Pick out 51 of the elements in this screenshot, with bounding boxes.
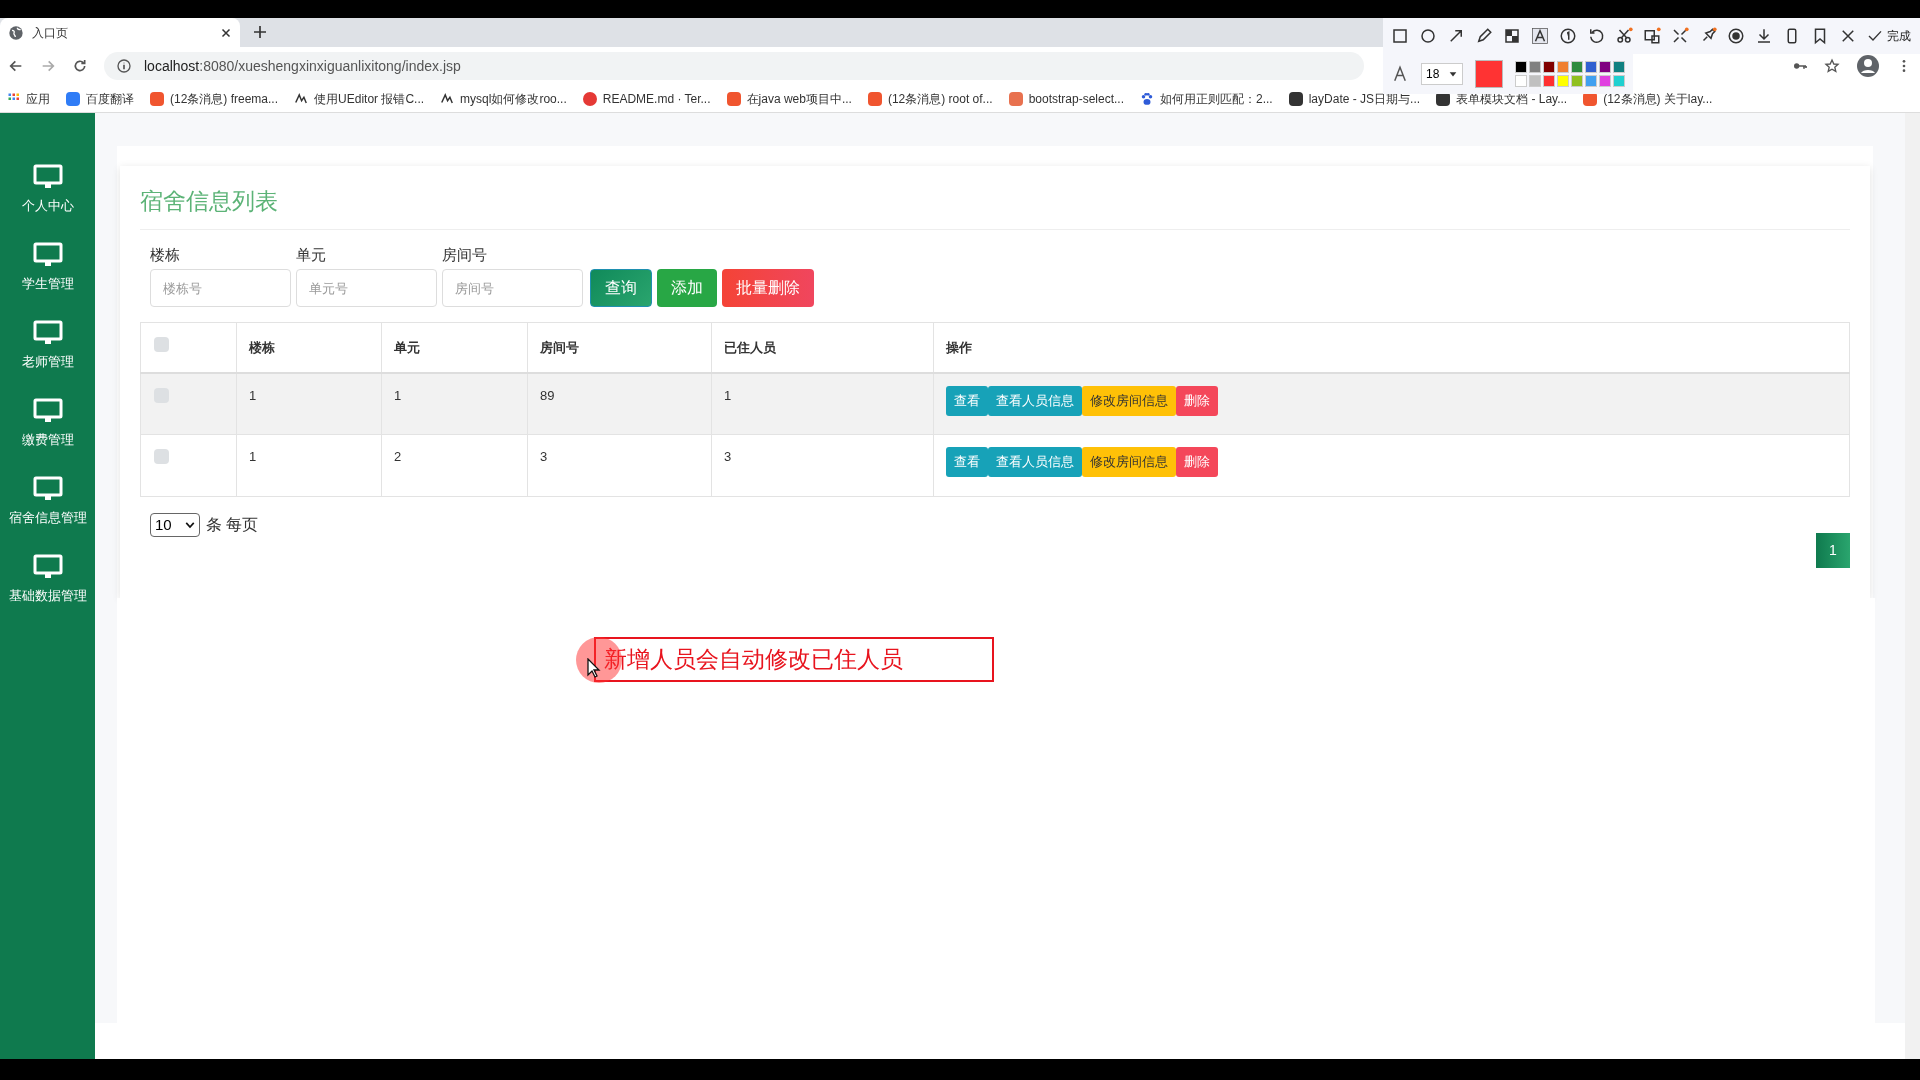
panel-title: 宿舍信息列表 [140, 184, 1850, 230]
field-label: 单元 [296, 244, 327, 265]
bookmark[interactable]: 在java web项目中... [726, 89, 852, 108]
bookmark[interactable]: 应用 [8, 89, 50, 108]
column-header: 楼栋 [249, 339, 275, 355]
bookmark[interactable]: 使用UEditor 报错C... [294, 89, 425, 108]
browser-tab[interactable]: 入口页 [0, 18, 240, 47]
font-size-select[interactable]: 18 [1421, 63, 1463, 85]
sidebar-item[interactable]: 学生管理 [0, 229, 95, 307]
bookmark[interactable]: bootstrap-select... [1008, 89, 1124, 108]
input-field[interactable]: 房间号 [442, 269, 583, 307]
column-header: 操作 [946, 339, 972, 355]
bookmark[interactable]: (12条消息) root of... [867, 89, 993, 108]
field-label: 房间号 [442, 244, 488, 265]
bookmark[interactable]: layDate - JS日期与... [1288, 89, 1421, 108]
column-header: 已住人员 [724, 339, 776, 355]
table-cell: 1 [249, 387, 257, 403]
input-field[interactable]: 单元号 [296, 269, 437, 307]
sidebar-item[interactable]: 基础数据管理 [0, 541, 95, 619]
sidebar-item[interactable]: 老师管理 [0, 307, 95, 385]
column-header: 单元 [394, 339, 420, 355]
table-cell: 1 [394, 387, 402, 403]
row-action-button[interactable]: 删除 [1176, 385, 1218, 416]
table-cell: 1 [249, 449, 257, 464]
bookmark[interactable]: 百度翻译 [66, 89, 134, 108]
address-field[interactable]: localhost:8080/xueshengxinxiguanlixitong/index.jsp [104, 52, 1364, 80]
action-button[interactable]: 查询 [590, 269, 652, 307]
table-cell: 3 [724, 449, 732, 464]
table-cell: 3 [540, 449, 548, 464]
url-text: localhost:8080/xueshengxinxiguanlixitong/index.jsp [144, 56, 461, 76]
bookmark[interactable]: (12条消息) freema... [150, 89, 279, 108]
table-cell: 2 [394, 449, 402, 464]
page-size-label: 条 每页 [206, 515, 259, 535]
sidebar-item[interactable]: 宿舍信息管理 [0, 463, 95, 541]
sidebar-item[interactable]: 个人中心 [0, 151, 95, 229]
table-cell: 1 [724, 387, 732, 403]
done-button[interactable]: 完成 [1867, 27, 1911, 45]
page-size-select[interactable]: 10 [150, 513, 200, 537]
input-field[interactable]: 楼栋号 [150, 269, 291, 307]
field-label: 楼栋 [150, 244, 181, 265]
sidebar-item[interactable]: 缴费管理 [0, 385, 95, 463]
table-cell: 89 [540, 387, 555, 403]
bookmark[interactable]: mysql如何修改roo... [440, 89, 567, 108]
action-button[interactable]: 批量删除 [722, 269, 814, 307]
row-action-button[interactable]: 删除 [1176, 447, 1218, 477]
row-action-button[interactable]: 修改房间信息 [1082, 385, 1176, 416]
bookmark[interactable]: README.md · Ter... [582, 89, 711, 108]
page-button[interactable]: 1 [1816, 533, 1850, 568]
row-action-button[interactable]: 修改房间信息 [1082, 447, 1176, 477]
bookmark[interactable]: 如何用正则匹配：2... [1140, 89, 1273, 108]
column-header: 房间号 [540, 339, 579, 355]
